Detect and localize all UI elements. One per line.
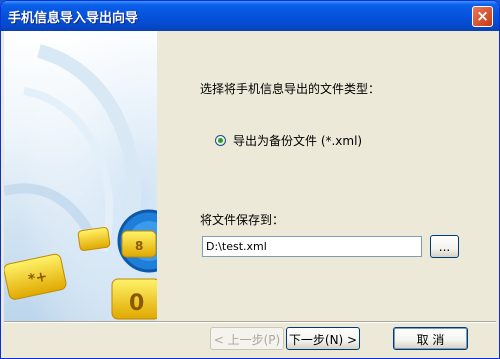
back-button[interactable]: < 上一步(P) — [210, 327, 284, 350]
save-path-input[interactable] — [202, 236, 422, 257]
next-button-label: 下一步(N) > — [288, 333, 358, 347]
export-xml-label[interactable]: 导出为备份文件 (*.xml) — [233, 132, 362, 149]
file-type-prompt: 选择将手机信息导出的文件类型： — [200, 82, 381, 96]
wizard-content: 选择将手机信息导出的文件类型： 导出为备份文件 (*.xml) 将文件保存到： … — [157, 31, 495, 321]
close-button[interactable]: × — [472, 6, 493, 27]
cancel-button-label: 取 消 — [416, 333, 445, 347]
button-separator — [4, 321, 496, 323]
export-xml-option[interactable]: 导出为备份文件 (*.xml) — [215, 132, 362, 149]
title-bar[interactable]: 手机信息导入导出向导 × — [1, 1, 499, 31]
browse-button[interactable]: ... — [430, 235, 459, 258]
wizard-window: 手机信息导入导出向导 × *+ 8 0 选择将手机信息导出的文件类型： 导出为备… — [0, 0, 500, 359]
key-label: 0 — [129, 291, 144, 316]
next-button[interactable]: 下一步(N) > — [286, 327, 360, 350]
save-location-label: 将文件保存到： — [200, 213, 285, 227]
close-icon: × — [476, 7, 489, 25]
back-button-label: < 上一步(P) — [213, 333, 281, 347]
keypad-key-icon — [77, 227, 111, 251]
banner-artwork: *+ 8 0 — [4, 31, 157, 321]
cancel-button[interactable]: 取 消 — [393, 327, 468, 350]
radio-selected-icon[interactable] — [215, 134, 226, 146]
wizard-side-banner: *+ 8 0 — [4, 31, 157, 321]
key-label: 8 — [135, 239, 143, 253]
window-title: 手机信息导入导出向导 — [8, 11, 139, 26]
